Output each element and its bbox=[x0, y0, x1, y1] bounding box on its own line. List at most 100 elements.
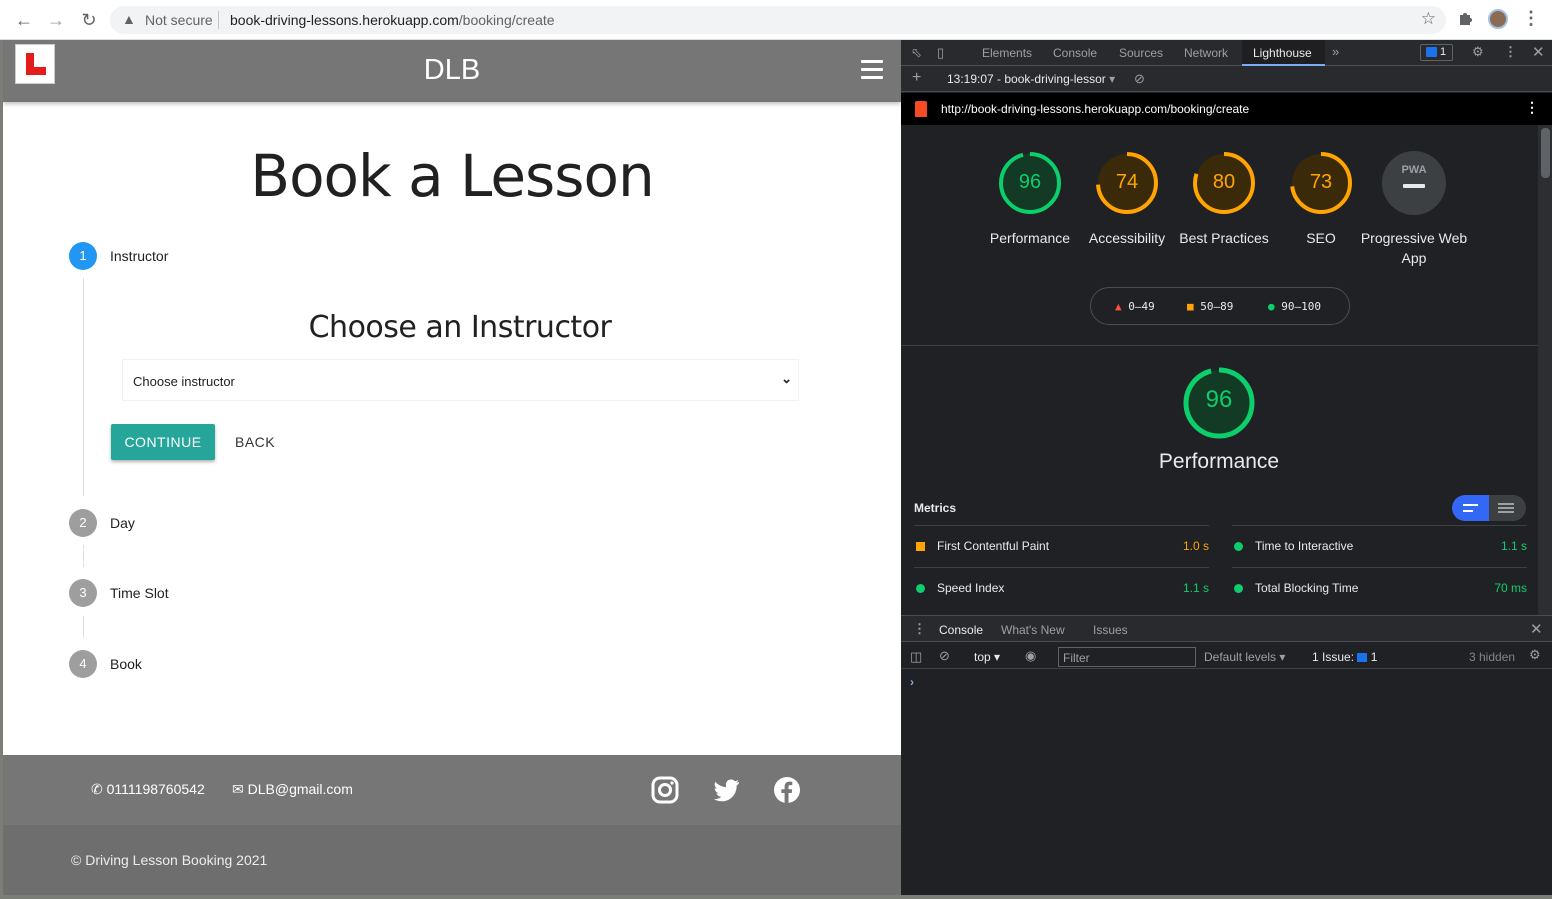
square-icon: ■ bbox=[1187, 300, 1194, 313]
address-bar[interactable]: ▲ Not secure book-driving-lessons.heroku… bbox=[110, 6, 1446, 34]
reload-icon[interactable]: ↻ bbox=[77, 8, 101, 32]
phone-number: 0111198760542 bbox=[106, 781, 205, 797]
lighthouse-url-bar: http://book-driving-lessons.herokuapp.co… bbox=[901, 93, 1552, 125]
facebook-icon[interactable] bbox=[772, 775, 802, 805]
more-tabs-icon[interactable]: » bbox=[1332, 44, 1339, 59]
metrics-heading: Metrics bbox=[914, 501, 957, 515]
report-menu-icon[interactable]: ⋮ bbox=[1525, 99, 1539, 116]
dropdown-arrow-icon: ▾ bbox=[994, 650, 1001, 664]
console-issues-button[interactable]: 1 Issue: 1 bbox=[1312, 650, 1377, 664]
close-drawer-icon[interactable]: ✕ bbox=[1530, 620, 1543, 638]
tab-sources[interactable]: Sources bbox=[1119, 46, 1163, 60]
eye-icon[interactable]: ◉ bbox=[1025, 648, 1036, 664]
metric-name: Total Blocking Time bbox=[1255, 581, 1359, 595]
lighthouse-logo-icon bbox=[915, 101, 927, 117]
kebab-menu-icon[interactable]: ⋮ bbox=[1504, 44, 1517, 60]
bookmark-star-icon[interactable]: ☆ bbox=[1421, 9, 1436, 29]
console-filter-input[interactable]: Filter bbox=[1058, 647, 1196, 667]
instructor-select[interactable]: Choose instructor ⌄ bbox=[122, 359, 799, 401]
issue-flag-icon bbox=[1357, 653, 1368, 663]
continue-button[interactable]: CONTINUE bbox=[111, 424, 215, 460]
tab-network[interactable]: Network bbox=[1184, 46, 1228, 60]
metric-value: 70 ms bbox=[1494, 581, 1527, 595]
hidden-messages-count: 3 hidden bbox=[1469, 650, 1516, 664]
lighthouse-toolbar: + 13:19:07 - book-driving-lessor ▾ ⊘ bbox=[901, 66, 1552, 92]
inspect-element-icon[interactable]: ⬁ bbox=[911, 45, 922, 61]
report-scrollbar[interactable] bbox=[1538, 125, 1552, 615]
hamburger-menu-icon[interactable] bbox=[861, 60, 883, 80]
step-label: Day bbox=[110, 515, 135, 531]
circle-icon: ● bbox=[1268, 300, 1275, 313]
drawer-menu-icon[interactable]: ⋮ bbox=[913, 621, 926, 637]
metrics-view-toggle[interactable] bbox=[1452, 495, 1526, 521]
console-toolbar: ◫ ⊘ top ▾ ◉ Filter Default levels ▾ 1 Is… bbox=[901, 643, 1552, 669]
extensions-puzzle-icon[interactable] bbox=[1458, 10, 1474, 26]
report-scrollbar-thumb[interactable] bbox=[1541, 128, 1550, 178]
performance-score: 96 bbox=[1205, 386, 1233, 413]
metric-name: Time to Interactive bbox=[1255, 539, 1354, 553]
log-levels-select[interactable]: Default levels ▾ bbox=[1204, 650, 1285, 664]
chrome-menu-icon[interactable]: ⋮ bbox=[1522, 8, 1540, 29]
context-select[interactable]: top ▾ bbox=[974, 650, 1000, 664]
footer-phone[interactable]: ✆ 0111198760542 bbox=[91, 781, 205, 798]
tab-lighthouse[interactable]: Lighthouse bbox=[1253, 46, 1312, 60]
gear-icon[interactable]: ⚙ bbox=[1472, 44, 1484, 60]
gauge-score: 74 bbox=[1115, 171, 1139, 193]
tab-elements[interactable]: Elements bbox=[982, 46, 1032, 60]
drawer-tab-console[interactable]: Console bbox=[939, 623, 983, 637]
instagram-icon[interactable] bbox=[650, 775, 680, 805]
close-icon[interactable]: ✕ bbox=[1532, 43, 1545, 61]
drawer-tab-issues[interactable]: Issues bbox=[1093, 623, 1128, 637]
back-arrow-icon[interactable]: ← bbox=[12, 8, 36, 32]
lighthouse-report: 96 Performance 74 Accessibility 80 Best Pract… bbox=[901, 125, 1538, 615]
omnibox-separator bbox=[218, 11, 219, 29]
expanded-view-icon[interactable] bbox=[1489, 495, 1526, 521]
gauge-best-practices[interactable]: 80 Best Practices bbox=[1179, 151, 1269, 261]
profile-avatar[interactable] bbox=[1488, 9, 1508, 29]
plus-icon[interactable]: + bbox=[912, 69, 921, 87]
footer-email[interactable]: ✉ DLB@gmail.com bbox=[232, 781, 353, 798]
gauge-accessibility[interactable]: 74 Accessibility bbox=[1082, 151, 1172, 261]
devtools-panel: ⬁ ▯ Elements Console Sources Network Lig… bbox=[901, 40, 1552, 895]
step-label: Book bbox=[110, 656, 142, 672]
tab-console[interactable]: Console bbox=[1053, 46, 1097, 60]
gauge-performance[interactable]: 96 Performance bbox=[985, 151, 1075, 261]
legend-range: 90–100 bbox=[1281, 300, 1321, 313]
clear-report-icon[interactable]: ⊘ bbox=[1134, 71, 1145, 87]
console-settings-icon[interactable]: ⚙ bbox=[1529, 647, 1541, 663]
pass-circle-icon bbox=[1234, 542, 1243, 551]
browser-toolbar: ← → ↻ ▲ Not secure book-driving-lessons.… bbox=[0, 0, 1552, 40]
report-select[interactable]: 13:19:07 - book-driving-lessor ▾ bbox=[947, 72, 1115, 86]
console-prompt-icon[interactable]: › bbox=[910, 675, 914, 689]
console-issues-label: 1 Issue: bbox=[1312, 650, 1355, 664]
warning-icon[interactable]: ▲ bbox=[122, 11, 136, 27]
issues-badge[interactable]: 1 bbox=[1420, 44, 1453, 61]
metric-time-to-interactive: Time to Interactive 1.1 s bbox=[1232, 525, 1527, 567]
brand-title[interactable]: DLB bbox=[3, 54, 901, 87]
metric-name: First Contentful Paint bbox=[937, 539, 1050, 553]
twitter-icon[interactable] bbox=[711, 775, 741, 805]
url-text[interactable]: book-driving-lessons.herokuapp.com/booki… bbox=[230, 12, 555, 28]
report-url[interactable]: http://book-driving-lessons.herokuapp.co… bbox=[941, 102, 1249, 116]
clear-console-icon[interactable]: ⊘ bbox=[939, 648, 950, 664]
forward-arrow-icon[interactable]: → bbox=[44, 8, 68, 32]
metric-value: 1.0 s bbox=[1182, 539, 1209, 553]
legend-range: 50–89 bbox=[1200, 300, 1234, 313]
step-connector bbox=[83, 545, 84, 567]
back-button[interactable]: BACK bbox=[235, 434, 275, 450]
security-status[interactable]: Not secure bbox=[145, 12, 213, 28]
footer-copyright-bar: © Driving Lesson Booking 2021 bbox=[3, 825, 901, 895]
pass-circle-icon bbox=[916, 584, 925, 593]
chevron-down-icon: ⌄ bbox=[781, 371, 792, 386]
gauge-pwa[interactable]: PWA Progressive Web App bbox=[1361, 151, 1467, 266]
gauge-seo[interactable]: 73 SEO bbox=[1276, 151, 1366, 261]
dropdown-arrow-icon: ▾ bbox=[1279, 650, 1286, 664]
performance-title: Performance bbox=[1158, 450, 1280, 473]
device-toolbar-icon[interactable]: ▯ bbox=[937, 45, 944, 61]
metric-name: Speed Index bbox=[937, 581, 1005, 595]
compact-view-icon[interactable] bbox=[1452, 495, 1489, 521]
sidebar-toggle-icon[interactable]: ◫ bbox=[910, 649, 922, 665]
gauge-score: 80 bbox=[1212, 171, 1236, 193]
drawer-tab-whats-new[interactable]: What's New bbox=[1001, 623, 1065, 637]
url-path: /booking/create bbox=[458, 12, 555, 28]
